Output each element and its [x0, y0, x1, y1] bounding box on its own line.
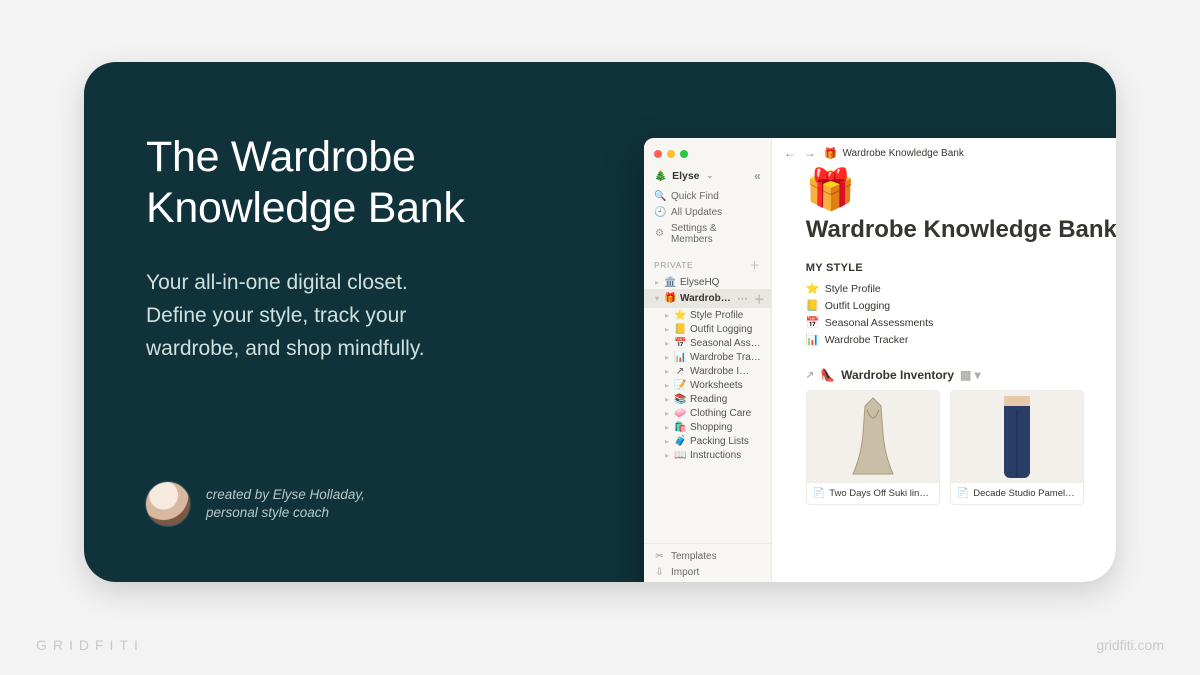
- template-icon: ✂: [654, 551, 665, 562]
- promo-title: The Wardrobe Knowledge Bank: [146, 132, 576, 233]
- breadcrumb-icon: 🎁: [824, 147, 838, 160]
- workspace-switcher[interactable]: 🎄 Elyse ⌄ «: [644, 166, 771, 188]
- sidebar-item-shopping[interactable]: ▸🛍️Shopping: [644, 420, 771, 434]
- minimize-icon[interactable]: [667, 150, 675, 158]
- more-icon[interactable]: ⋯: [735, 292, 748, 305]
- sidebar-item-seasonal[interactable]: ▸📅Seasonal Ass…: [644, 336, 771, 350]
- chevron-down-icon: ⌄: [707, 171, 714, 180]
- notion-main: ← → 🎁 Wardrobe Knowledge Bank 🎁 Wardrobe…: [772, 138, 1116, 582]
- document-icon: 📄: [957, 488, 969, 499]
- view-switcher-icon[interactable]: ▦ ▾: [960, 368, 981, 382]
- open-link-icon: ↗: [806, 370, 814, 381]
- breadcrumb[interactable]: 🎁 Wardrobe Knowledge Bank: [824, 147, 964, 160]
- import-button[interactable]: ⇩Import: [644, 564, 771, 580]
- sidebar-item-clothing-care[interactable]: ▸🧼Clothing Care: [644, 406, 771, 420]
- sidebar-item-style-profile[interactable]: ▸⭐Style Profile: [644, 308, 771, 322]
- open-sidebar-icon[interactable]: «: [754, 170, 761, 182]
- window-traffic-lights: [644, 144, 771, 166]
- link-seasonal-assessments[interactable]: 📅Seasonal Assessments: [806, 314, 1084, 331]
- watermark-url: gridfiti.com: [1096, 637, 1164, 653]
- link-outfit-logging[interactable]: 📒Outfit Logging: [806, 297, 1084, 314]
- add-subpage-icon[interactable]: ＋: [752, 291, 765, 307]
- triangle-icon[interactable]: ▸: [654, 278, 660, 287]
- clock-icon: 🕘: [654, 207, 665, 218]
- settings-button[interactable]: ⚙ Settings & Members: [644, 220, 771, 247]
- sidebar-item-reading[interactable]: ▸📚Reading: [644, 392, 771, 406]
- triangle-icon[interactable]: ▾: [654, 294, 660, 303]
- sidebar-item-outfit-logging[interactable]: ▸📒Outfit Logging: [644, 322, 771, 336]
- search-icon: 🔍: [654, 191, 665, 202]
- quick-find-button[interactable]: 🔍 Quick Find: [644, 188, 771, 204]
- author-avatar: [146, 482, 190, 526]
- gallery-thumbnail: [951, 391, 1083, 483]
- link-wardrobe-tracker[interactable]: 📊Wardrobe Tracker: [806, 331, 1084, 348]
- watermark-brand: GRIDFITI: [36, 637, 144, 653]
- column-my-style: MY STYLE ⭐Style Profile 📒Outfit Logging …: [806, 262, 1084, 505]
- promo-copy: The Wardrobe Knowledge Bank Your all-in-…: [146, 132, 576, 365]
- notion-window: 🎄 Elyse ⌄ « 🔍 Quick Find 🕘 All Updates ⚙…: [644, 138, 1116, 582]
- trash-button[interactable]: 🗑Trash: [644, 580, 771, 582]
- import-icon: ⇩: [654, 567, 665, 578]
- forward-button[interactable]: →: [804, 146, 816, 160]
- gallery-card[interactable]: 📄Two Days Off Suki linen dress …: [806, 390, 940, 505]
- promo-card: The Wardrobe Knowledge Bank Your all-in-…: [84, 62, 1116, 582]
- add-page-icon[interactable]: ＋: [749, 257, 761, 273]
- close-icon[interactable]: [654, 150, 662, 158]
- sidebar-item-packing-lists[interactable]: ▸🧳Packing Lists: [644, 434, 771, 448]
- link-style-profile[interactable]: ⭐Style Profile: [806, 280, 1084, 297]
- sidebar-item-wardrobe-tracker[interactable]: ▸📊Wardrobe Tra…: [644, 350, 771, 364]
- page-emoji-icon: 🏛️: [664, 277, 676, 288]
- inventory-heading[interactable]: ↗ 👠 Wardrobe Inventory ▦ ▾: [806, 368, 1084, 382]
- document-icon: 📄: [813, 488, 825, 499]
- author-text: created by Elyse Holladay, personal styl…: [206, 486, 365, 522]
- page-emoji-icon: 🎁: [664, 293, 676, 304]
- gallery-thumbnail: [807, 391, 939, 483]
- sidebar-section-private: PRIVATE ＋: [644, 247, 771, 275]
- maximize-icon[interactable]: [680, 150, 688, 158]
- gear-icon: ⚙: [654, 228, 665, 239]
- inventory-gallery: 📄Two Days Off Suki linen dress …: [806, 390, 1084, 505]
- all-updates-button[interactable]: 🕘 All Updates: [644, 204, 771, 220]
- page-title[interactable]: Wardrobe Knowledge Bank: [806, 216, 1116, 244]
- notion-sidebar: 🎄 Elyse ⌄ « 🔍 Quick Find 🕘 All Updates ⚙…: [644, 138, 772, 582]
- heel-icon: 👠: [820, 368, 835, 382]
- promo-subtitle: Your all-in-one digital closet. Define y…: [146, 267, 576, 365]
- section-heading-my-style: MY STYLE: [806, 262, 1084, 274]
- back-button[interactable]: ←: [784, 146, 796, 160]
- sidebar-item-worksheets[interactable]: ▸📝Worksheets: [644, 378, 771, 392]
- page-icon[interactable]: 🎁: [806, 170, 1116, 210]
- workspace-icon: 🎄: [654, 169, 667, 182]
- sidebar-item-elysehq[interactable]: ▸ 🏛️ ElyseHQ: [644, 275, 771, 289]
- notion-page: 🎁 Wardrobe Knowledge Bank MY STYLE ⭐Styl…: [772, 164, 1116, 505]
- sidebar-item-instructions[interactable]: ▸📖Instructions: [644, 448, 771, 462]
- gallery-card[interactable]: 📄Decade Studio Pamela jeans i…: [950, 390, 1084, 505]
- notion-topbar: ← → 🎁 Wardrobe Knowledge Bank: [772, 138, 1116, 164]
- sidebar-item-wardrobe-inventory[interactable]: ▸↗Wardrobe I…: [644, 364, 771, 378]
- templates-button[interactable]: ✂Templates: [644, 548, 771, 564]
- sidebar-item-wardrobe[interactable]: ▾ 🎁 Wardrob… ⋯ ＋: [644, 289, 771, 308]
- workspace-name: Elyse: [672, 170, 699, 182]
- author-block: created by Elyse Holladay, personal styl…: [146, 482, 365, 526]
